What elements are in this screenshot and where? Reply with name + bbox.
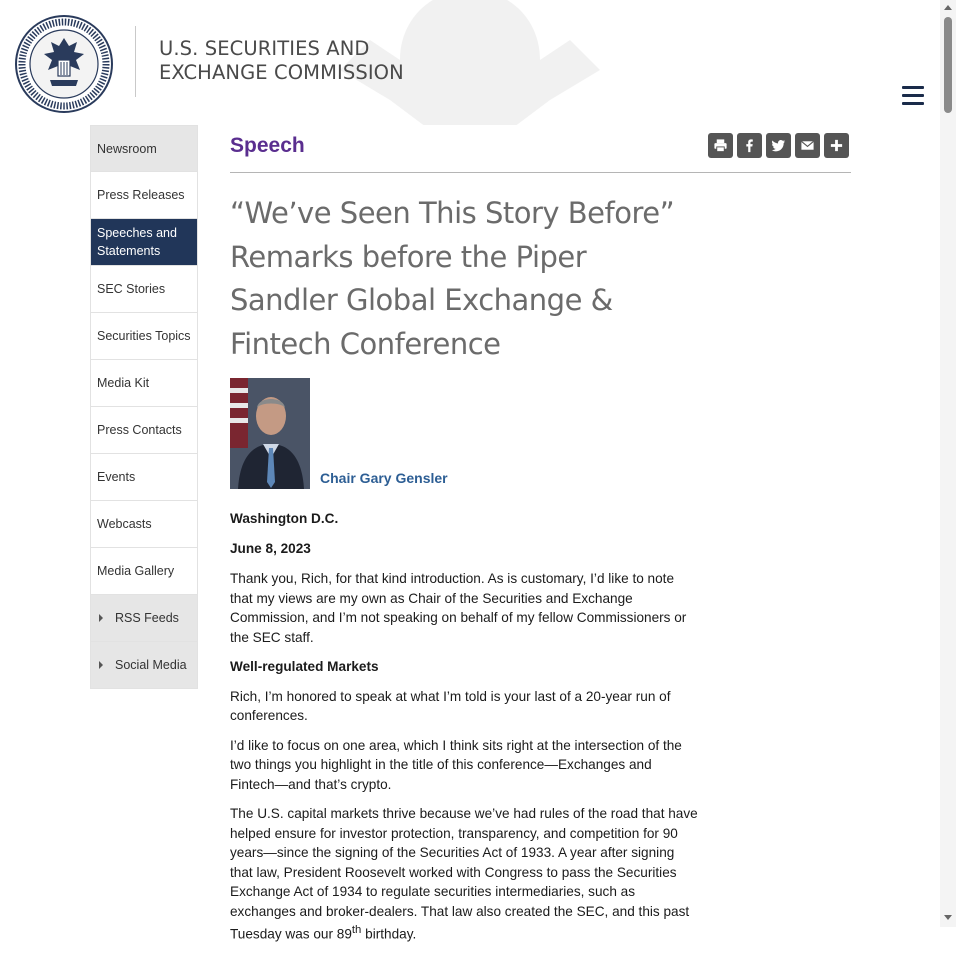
sidebar-item-securities-topics[interactable]: Securities Topics	[90, 313, 198, 360]
sidebar-item-media-kit[interactable]: Media Kit	[90, 360, 198, 407]
facebook-icon[interactable]	[737, 133, 762, 158]
caret-right-icon	[99, 661, 103, 669]
sidebar-item-rss-feeds[interactable]: RSS Feeds	[90, 595, 198, 642]
sidebar-item-label: SEC Stories	[97, 282, 166, 296]
sidebar-item-sec-stories[interactable]: SEC Stories	[90, 266, 198, 313]
paragraph: The U.S. capital markets thrive because …	[230, 804, 700, 944]
scroll-up-icon[interactable]	[944, 5, 952, 10]
paragraph-text-end: birthday.	[361, 926, 417, 942]
section-title: Speech	[230, 134, 305, 157]
sidebar-item-label: Securities Topics	[97, 329, 191, 343]
author-portrait	[230, 378, 310, 489]
subheading: Well-regulated Markets	[230, 659, 379, 674]
sidebar-item-label: Media Kit	[97, 376, 150, 390]
caret-right-icon	[99, 614, 103, 622]
scrollbar-thumb[interactable]	[944, 17, 952, 113]
paragraph-text: The U.S. capital markets thrive because …	[230, 806, 698, 942]
agency-name[interactable]: U.S. SECURITIES AND EXCHANGE COMMISSION	[159, 37, 404, 85]
sidebar-item-label: Newsroom	[97, 141, 157, 156]
speech-date: June 8, 2023	[230, 540, 311, 556]
sidebar-item-events[interactable]: Events	[90, 454, 198, 501]
paragraph: Rich, I’m honored to speak at what I’m t…	[230, 688, 671, 724]
page-scrollbar[interactable]	[940, 0, 956, 927]
sidebar-item-label: Webcasts	[97, 517, 152, 531]
paragraph: I’d like to focus on one area, which I t…	[230, 737, 682, 792]
speech-location: Washington D.C.	[230, 511, 339, 526]
sidebar-item-label: Press Releases	[97, 188, 185, 202]
sidebar-item-newsroom[interactable]: Newsroom	[90, 125, 198, 172]
sec-seal-logo	[15, 15, 113, 113]
paragraph: Thank you, Rich, for that kind introduct…	[230, 571, 687, 645]
print-icon[interactable]	[708, 133, 733, 158]
section-divider	[230, 172, 851, 173]
speech-body: Washington D.C. June 8, 2023 Thank you, …	[230, 509, 700, 954]
agency-name-line1: U.S. SECURITIES AND	[159, 37, 370, 60]
sidebar-item-press-contacts[interactable]: Press Contacts	[90, 407, 198, 454]
email-icon[interactable]	[795, 133, 820, 158]
sidebar-item-label: Press Contacts	[97, 423, 182, 437]
sidebar-item-label: Media Gallery	[97, 564, 175, 578]
sidebar-item-label: RSS Feeds	[115, 611, 179, 625]
sidebar-item-label: Events	[97, 470, 136, 484]
sidebar-item-media-gallery[interactable]: Media Gallery	[90, 548, 198, 595]
scroll-down-icon[interactable]	[944, 915, 952, 920]
sidebar-item-social-media[interactable]: Social Media	[90, 642, 198, 689]
hamburger-icon[interactable]	[902, 86, 924, 106]
author-link[interactable]: Chair Gary Gensler	[320, 470, 448, 486]
sidebar-item-label: Speeches and Statements	[97, 226, 177, 258]
twitter-icon[interactable]	[766, 133, 791, 158]
superscript: th	[351, 924, 362, 936]
newsroom-sidebar: Newsroom Press Releases Speeches and Sta…	[90, 125, 198, 689]
site-header: U.S. SECURITIES AND EXCHANGE COMMISSION	[0, 0, 940, 125]
sidebar-item-speeches-and-statements[interactable]: Speeches and Statements	[90, 219, 198, 266]
agency-name-line2: EXCHANGE COMMISSION	[159, 61, 404, 84]
speech-title: “We’ve Seen This Story Before” Remarks b…	[230, 196, 675, 361]
sidebar-item-press-releases[interactable]: Press Releases	[90, 172, 198, 219]
sidebar-item-webcasts[interactable]: Webcasts	[90, 501, 198, 548]
plus-icon[interactable]	[824, 133, 849, 158]
header-divider	[135, 26, 136, 97]
sidebar-item-label: Social Media	[115, 658, 187, 672]
